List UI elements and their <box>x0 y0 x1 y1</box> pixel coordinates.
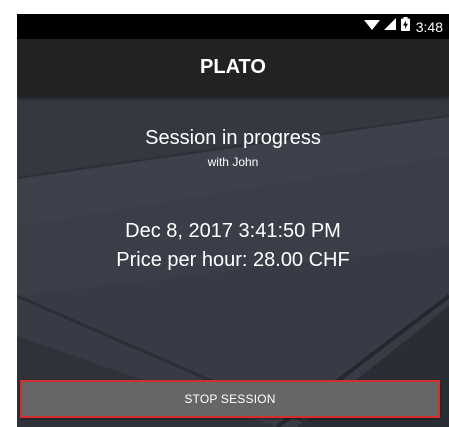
stop-session-button[interactable]: STOP SESSION <box>20 380 440 418</box>
app-bar: PLATO <box>17 39 449 96</box>
status-bar: 3:48 <box>17 14 449 39</box>
session-datetime: Dec 8, 2017 3:41:50 PM <box>125 220 341 242</box>
session-price: Price per hour: 28.00 CHF <box>116 249 350 271</box>
wifi-icon <box>363 18 380 36</box>
session-title: Session in progress <box>145 127 321 149</box>
app-title: PLATO <box>200 56 266 78</box>
status-time: 3:48 <box>415 18 443 35</box>
signal-icon <box>383 17 397 36</box>
session-content: Session in progress with John Dec 8, 201… <box>17 96 449 427</box>
session-subtitle: with John <box>207 155 259 169</box>
phone-screen: 3:48 PLATO Session in progress with John… <box>17 14 449 427</box>
battery-charging-icon <box>400 17 410 36</box>
status-icons: 3:48 <box>363 14 443 39</box>
